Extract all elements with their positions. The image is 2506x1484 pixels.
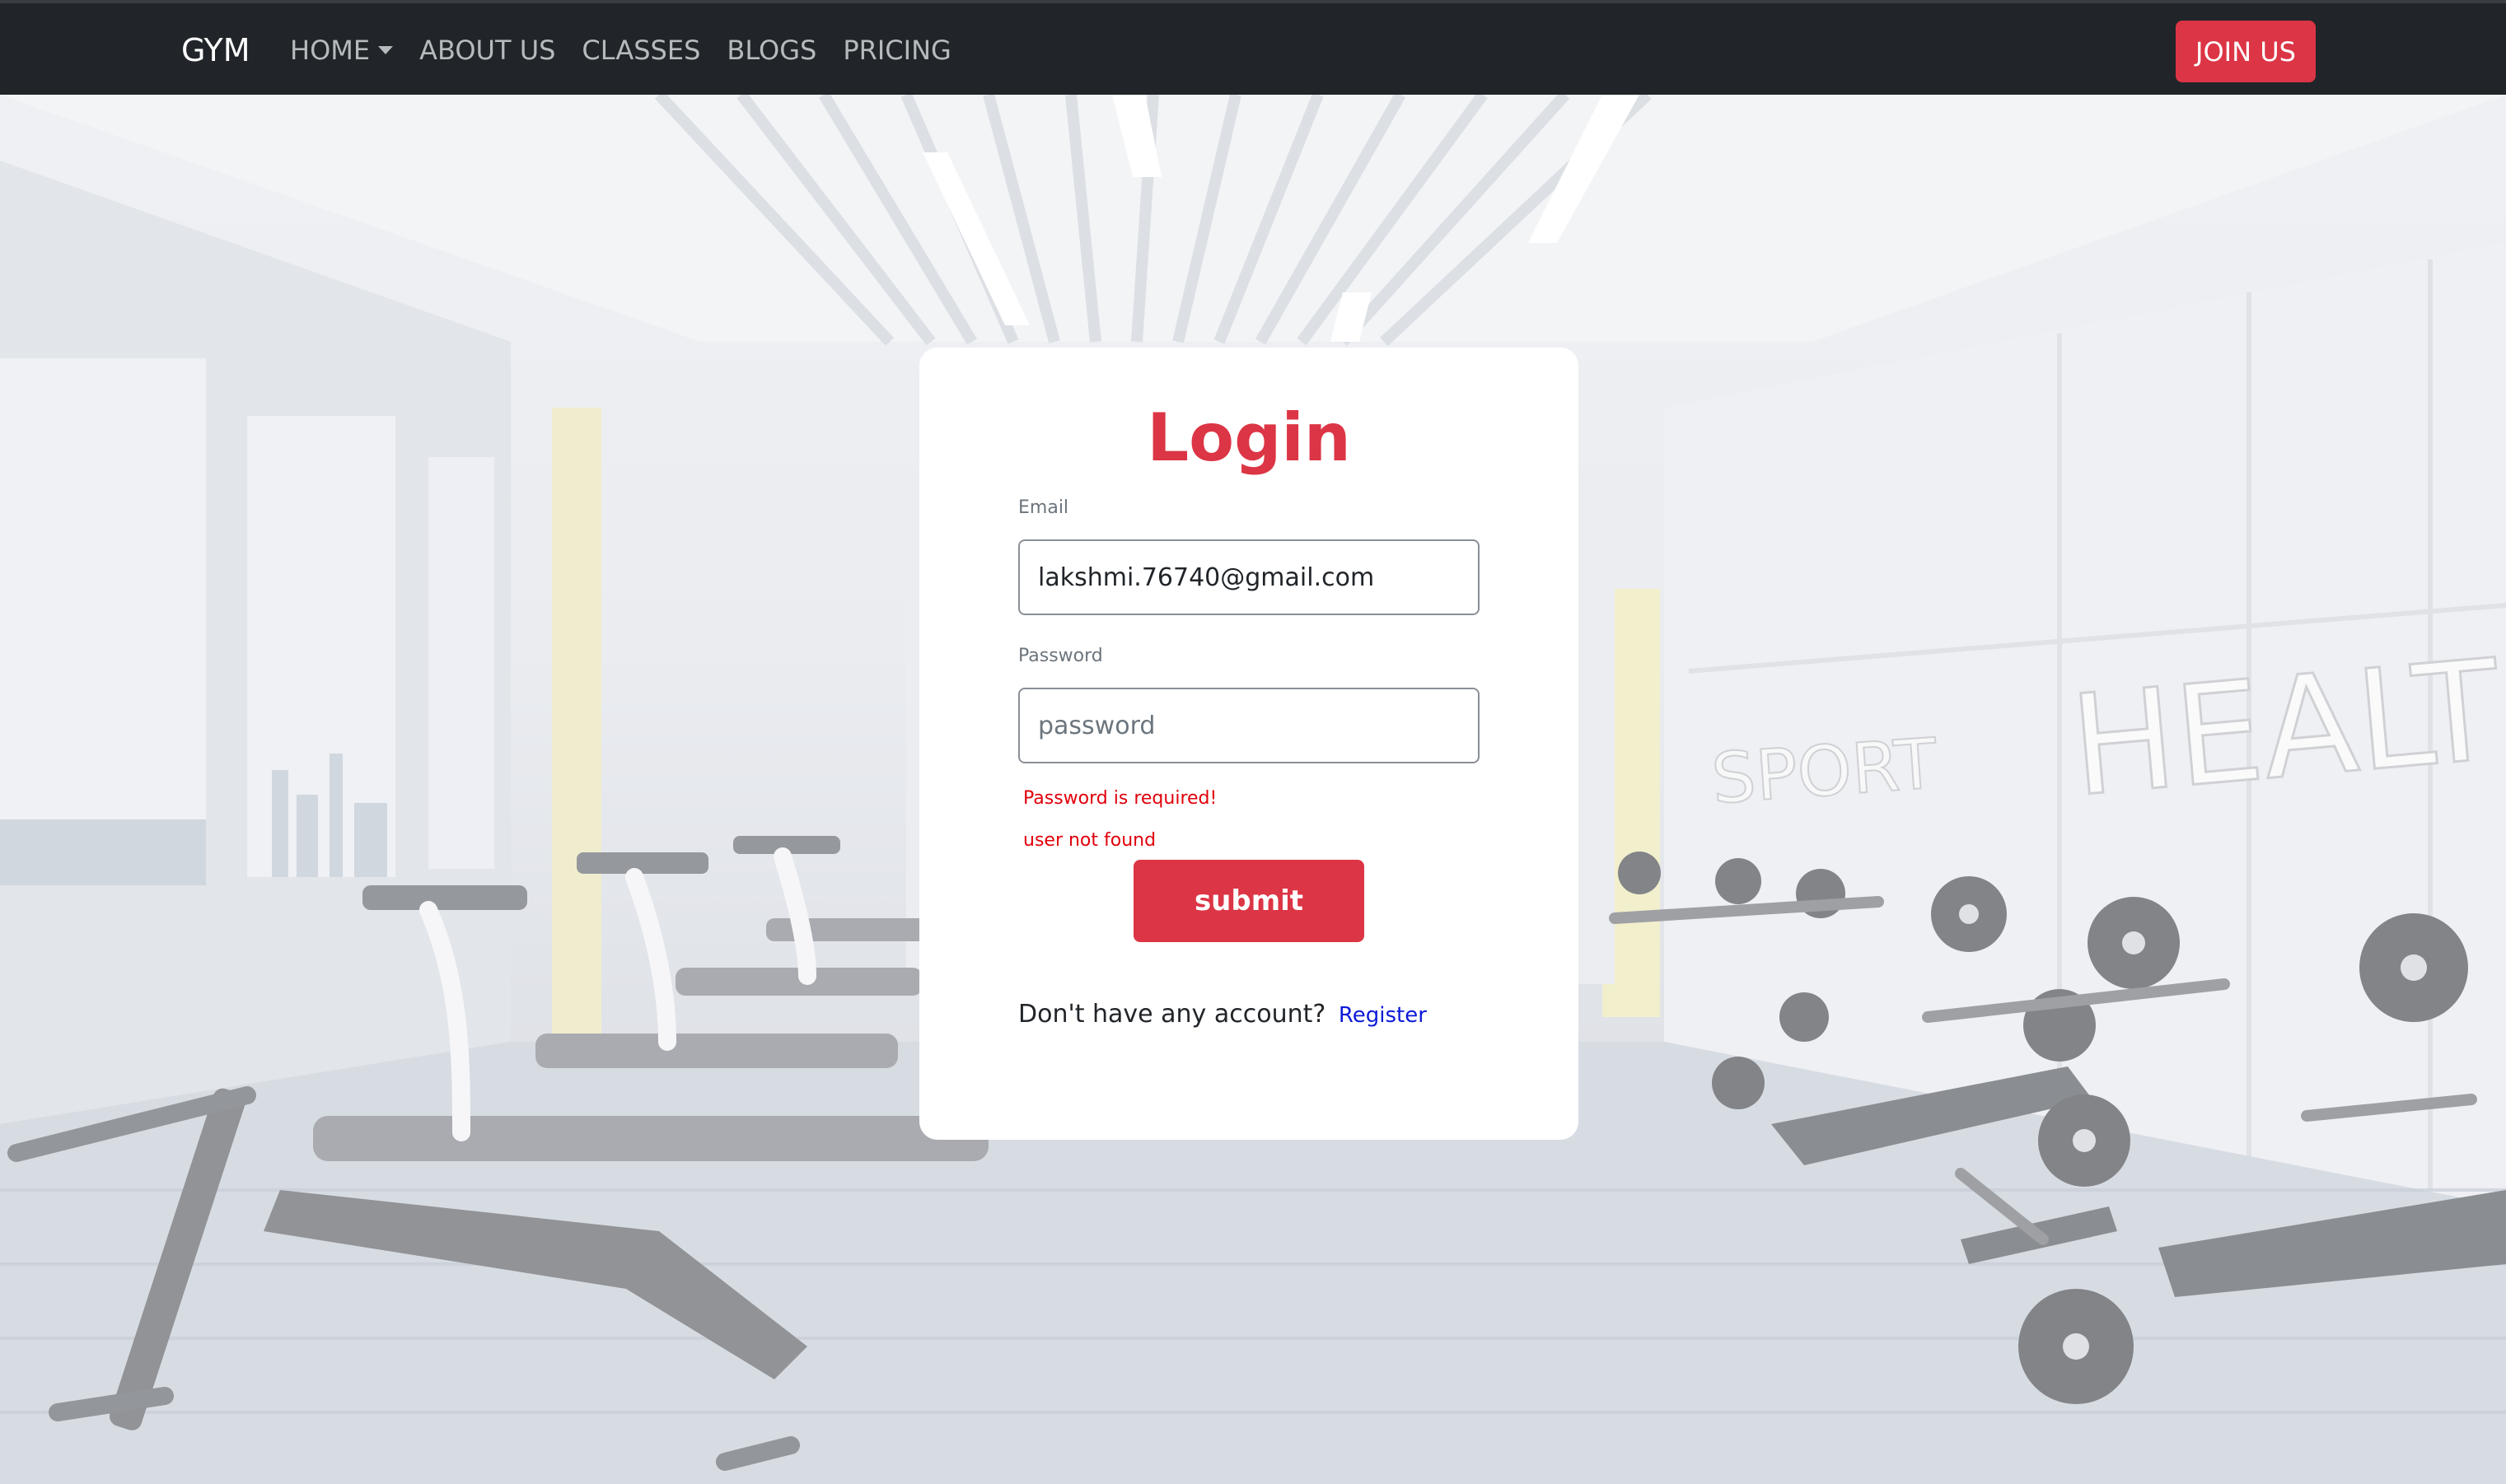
- login-title: Login: [1147, 399, 1351, 476]
- email-label: Email: [1018, 497, 1069, 518]
- register-link[interactable]: Register: [1339, 1003, 1427, 1028]
- nav-links: HOME ABOUT US CLASSES BLOGS PRICING: [290, 31, 951, 69]
- nav-item-pricing[interactable]: PRICING: [843, 31, 951, 69]
- register-prompt: Don't have any account? Register: [1018, 998, 1427, 1032]
- email-field[interactable]: [1018, 539, 1480, 615]
- login-card: Login Email Password Password is require…: [919, 348, 1578, 1140]
- nav-item-blogs[interactable]: BLOGS: [727, 31, 816, 69]
- nav-item-about-us[interactable]: ABOUT US: [419, 31, 555, 69]
- nav-item-home[interactable]: HOME: [290, 31, 394, 69]
- password-field[interactable]: [1018, 688, 1480, 763]
- submit-button[interactable]: submit: [1134, 860, 1364, 942]
- account-prompt-text: Don't have any account?: [1018, 1000, 1326, 1029]
- password-label: Password: [1018, 646, 1103, 666]
- nav-item-classes[interactable]: CLASSES: [582, 31, 700, 69]
- nav-item-home-label: HOME: [290, 35, 371, 66]
- brand-logo[interactable]: GYM: [181, 31, 250, 69]
- user-not-found-error: user not found: [1023, 830, 1157, 851]
- password-required-error: Password is required!: [1023, 788, 1218, 809]
- page: GYM HOME ABOUT US CLASSES BLOGS PRICING …: [0, 0, 2506, 1484]
- chevron-down-icon: [378, 46, 394, 54]
- join-us-button[interactable]: JOIN US: [2176, 21, 2316, 82]
- top-navbar: GYM HOME ABOUT US CLASSES BLOGS PRICING …: [0, 0, 2506, 95]
